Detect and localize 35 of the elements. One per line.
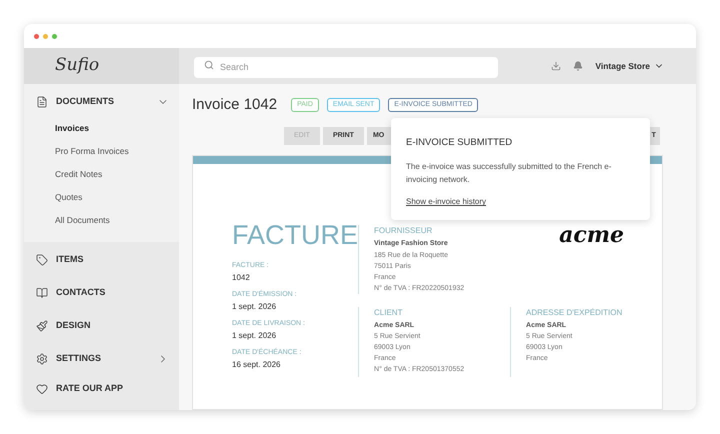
book-icon: [36, 286, 48, 298]
tag-icon: [36, 254, 48, 266]
paintbrush-icon: [36, 320, 48, 332]
section-label: CLIENT: [374, 306, 404, 318]
nav-subitem[interactable]: Credit Notes: [24, 163, 179, 186]
popover-message: The e-invoice was successfully submitted to the French e-invoicing network.: [406, 161, 612, 186]
nav-subitem[interactable]: All Documents: [24, 209, 179, 232]
section-label: ADRESSE D'EXPÉDITION: [526, 306, 624, 318]
rate-app-link[interactable]: RATE OUR APP: [24, 374, 179, 404]
history-link[interactable]: Show e-invoice history: [406, 196, 486, 208]
popover-title: E-INVOICE SUBMITTED: [406, 136, 514, 150]
field-value: 16 sept. 2026: [232, 359, 282, 371]
nav-subitem[interactable]: Quotes: [24, 186, 179, 209]
search-icon: [204, 60, 214, 70]
download-icon[interactable]: [551, 61, 562, 71]
nav-item[interactable]: ITEMS: [24, 244, 179, 275]
document-icon: [36, 96, 48, 108]
nav-subitem[interactable]: Pro Forma Invoices: [24, 140, 179, 163]
nav-item[interactable]: DOCUMENTS: [24, 86, 179, 117]
nav-item[interactable]: SETTINGS: [24, 343, 179, 374]
page-title: Invoice 1042: [192, 94, 278, 115]
field-value: 1042: [232, 272, 251, 284]
document-heading: FACTURE: [232, 220, 358, 250]
field-value: 1 sept. 2026: [232, 301, 278, 313]
nav-item[interactable]: CONTACTS: [24, 277, 179, 308]
search-field[interactable]: Search: [194, 56, 498, 78]
account-menu[interactable]: Vintage Store: [595, 60, 664, 72]
nav-subitem[interactable]: Invoices: [24, 117, 179, 140]
bell-icon[interactable]: [573, 61, 584, 71]
heart-icon: [36, 383, 48, 395]
nav-item[interactable]: DESIGN: [24, 310, 179, 341]
field-value: 1 sept. 2026: [232, 330, 278, 342]
company-logo: acme: [559, 223, 624, 250]
settings-icon: [36, 352, 48, 364]
section-label: FOURNISSEUR: [374, 225, 434, 237]
